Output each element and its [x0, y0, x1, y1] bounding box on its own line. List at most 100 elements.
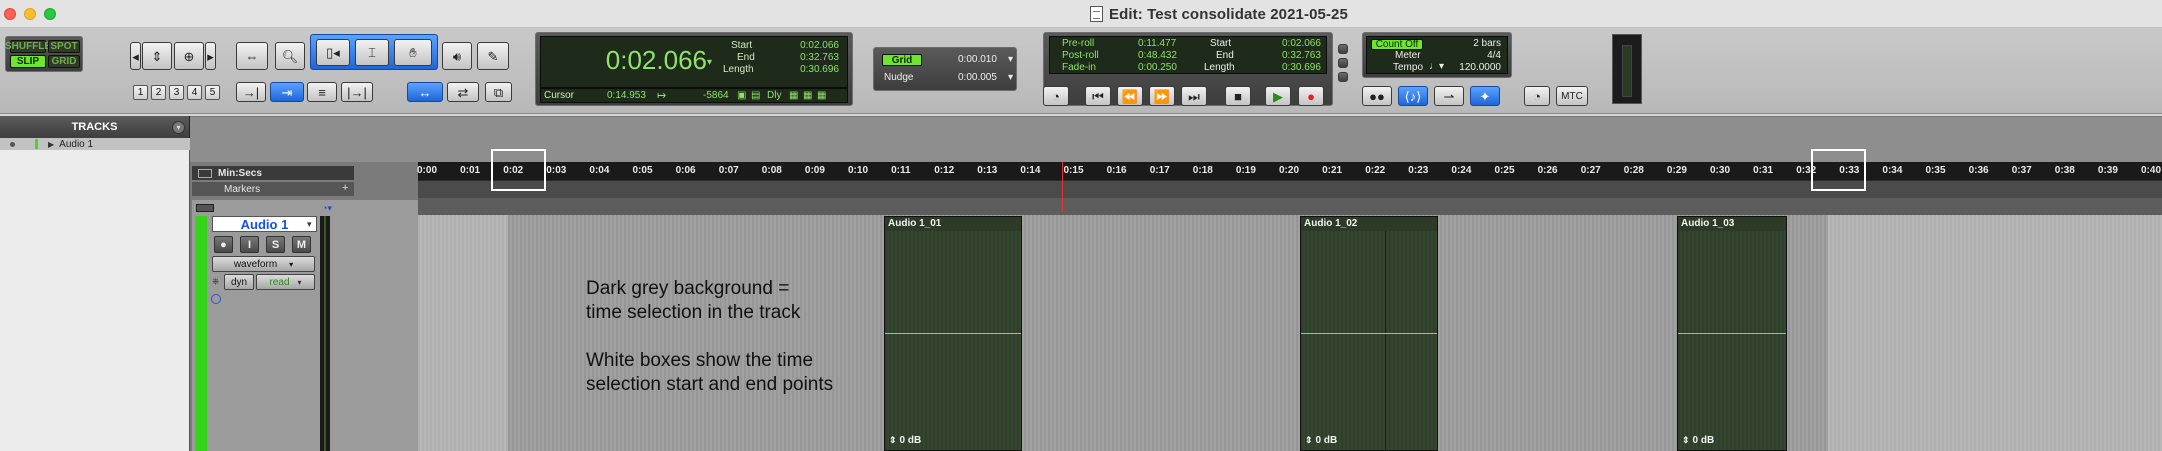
pencil-tool-button[interactable]: ✎: [477, 42, 509, 70]
transport-end-value[interactable]: 0:32.763: [1282, 50, 1321, 61]
link-track-edit-button[interactable]: ≡: [307, 82, 337, 102]
link-timeline-edit-button[interactable]: ⇥: [270, 82, 304, 102]
track-view-selector[interactable]: waveform ▾: [212, 256, 315, 272]
fast-forward-button[interactable]: ⏩: [1149, 86, 1175, 106]
keyboard-focus-button[interactable]: ⇄: [447, 82, 479, 102]
minsecs-ruler-label[interactable]: Min:Secs: [192, 166, 354, 180]
meter-value[interactable]: 4/4: [1487, 50, 1501, 61]
insertion-follows-playback-button[interactable]: |→|: [341, 82, 373, 102]
zoom-preset-3[interactable]: 3: [169, 85, 184, 100]
zoomer-tool-button[interactable]: 🔍︎: [275, 42, 305, 70]
rewind-button[interactable]: ⏪: [1117, 86, 1143, 106]
spot-mode-button[interactable]: SPOT: [48, 40, 80, 53]
fadein-value[interactable]: 0:00.250: [1138, 62, 1177, 73]
chevron-down-icon[interactable]: ▾: [707, 57, 712, 68]
shuffle-mode-button[interactable]: SHUFFLE: [5, 40, 51, 53]
grid-dropdown-icon[interactable]: ▾: [1008, 54, 1013, 65]
scrubber-tool-button[interactable]: 🔊︎: [442, 42, 472, 70]
go-to-end-button[interactable]: ⏭: [1181, 86, 1207, 106]
slip-mode-button[interactable]: SLIP: [10, 55, 46, 68]
postroll-label[interactable]: Post-roll: [1062, 50, 1099, 61]
mtc-button[interactable]: MTC: [1556, 86, 1588, 106]
close-window-button[interactable]: [4, 8, 16, 20]
track-view-icon[interactable]: [196, 204, 214, 212]
main-counter-value[interactable]: 0:02.066: [606, 45, 707, 76]
clip-gain[interactable]: 0 dB: [1682, 435, 1715, 446]
tracks-menu-button[interactable]: ▾: [172, 121, 185, 134]
grabber-tool-button[interactable]: ✋︎: [394, 39, 432, 66]
grid-mode-button[interactable]: GRID: [48, 55, 80, 68]
automation-icon[interactable]: ⎈: [212, 276, 222, 290]
zoom-out-horizontal-button[interactable]: ◂: [130, 42, 141, 70]
selection-length-value[interactable]: 0:30.696: [800, 64, 839, 75]
zoom-preset-5[interactable]: 5: [205, 85, 220, 100]
clip-gain[interactable]: 0 dB: [889, 435, 922, 446]
play-button[interactable]: ▶: [1265, 86, 1291, 106]
wait-for-note-button[interactable]: ⟨♪⟩: [1398, 86, 1428, 106]
tab-to-transient-button[interactable]: →|: [236, 82, 266, 102]
track-name-field[interactable]: Audio 1: [212, 216, 317, 232]
transport-option-2[interactable]: [1338, 58, 1348, 68]
track-timebase-icon[interactable]: ◔▾: [322, 203, 332, 214]
markers-ruler-lane[interactable]: [418, 180, 2162, 198]
dly-label[interactable]: Dly: [767, 90, 781, 101]
count-off-value[interactable]: 2 bars: [1473, 38, 1501, 49]
audio-clip[interactable]: Audio 1_01 0 dB: [884, 216, 1022, 451]
grid-toggle[interactable]: Grid: [882, 54, 922, 66]
transport-start-value[interactable]: 0:02.066: [1282, 38, 1321, 49]
option-icon-2[interactable]: ▦: [803, 90, 812, 101]
midi-merge-button[interactable]: ●●: [1362, 86, 1392, 106]
track-color-bar[interactable]: [195, 216, 207, 451]
zoom-preset-2[interactable]: 2: [151, 85, 166, 100]
record-button[interactable]: ●: [1298, 86, 1324, 106]
selection-start-value[interactable]: 0:02.066: [800, 40, 839, 51]
clip-gain[interactable]: 0 dB: [1305, 435, 1338, 446]
stop-button[interactable]: ■: [1225, 86, 1251, 106]
markers-ruler-label[interactable]: Markers: [192, 182, 354, 196]
metronome-button[interactable]: ⇀: [1434, 86, 1464, 106]
solo-button[interactable]: S: [266, 236, 285, 253]
record-enable-button[interactable]: ●: [214, 236, 233, 253]
zoom-preset-4[interactable]: 4: [187, 85, 202, 100]
conductor-button[interactable]: ✦: [1470, 86, 1500, 106]
option-icon-3[interactable]: ▦: [817, 90, 826, 101]
trim-tool-button[interactable]: ▯◂: [316, 39, 350, 66]
minimize-window-button[interactable]: [24, 8, 36, 20]
postroll-value[interactable]: 0:48.432: [1138, 50, 1177, 61]
mute-button[interactable]: M: [292, 236, 311, 253]
zoom-in-horizontal-button[interactable]: ▸: [205, 42, 216, 70]
nudge-dropdown-icon[interactable]: ▾: [1008, 72, 1013, 83]
audio-zoom-button[interactable]: ⇕: [142, 42, 172, 70]
waveform-small-icon[interactable]: ▤: [751, 90, 760, 101]
track-info-icon[interactable]: [211, 294, 221, 304]
track-name-menu-icon[interactable]: ▾: [307, 219, 312, 230]
selection-end-value[interactable]: 0:32.763: [800, 52, 839, 63]
add-marker-icon[interactable]: +: [342, 182, 348, 194]
dyn-selector[interactable]: dyn: [224, 274, 254, 290]
transport-option-3[interactable]: [1338, 72, 1348, 82]
nudge-value[interactable]: 0:00.005: [958, 72, 997, 83]
preroll-label[interactable]: Pre-roll: [1062, 38, 1094, 49]
sample-icon[interactable]: ▣: [737, 90, 746, 101]
count-off-toggle[interactable]: Count Off: [1371, 39, 1423, 50]
automation-mode-selector[interactable]: read ▾: [256, 274, 315, 290]
sync-button[interactable]: ◔: [1524, 86, 1550, 106]
midi-zoom-button[interactable]: ⊕: [174, 42, 204, 70]
zoom-preset-1[interactable]: 1: [133, 85, 148, 100]
zoom-toggle-button[interactable]: ⇔: [236, 42, 268, 70]
fadein-label[interactable]: Fade-in: [1062, 62, 1096, 73]
playhead-cursor[interactable]: [1062, 162, 1063, 212]
tempo-value[interactable]: 120.0000: [1459, 62, 1501, 73]
tracks-list-item[interactable]: ▶ Audio 1: [0, 138, 190, 150]
input-monitor-button[interactable]: I: [240, 236, 259, 253]
preroll-value[interactable]: 0:11.477: [1138, 38, 1176, 49]
selector-tool-button[interactable]: ⌶: [355, 39, 389, 66]
audio-clip[interactable]: Audio 1_03 0 dB: [1677, 216, 1787, 451]
window-layout-button[interactable]: ⧉: [485, 82, 512, 102]
audio-clip[interactable]: Audio 1_02 0 dB: [1300, 216, 1438, 451]
online-button[interactable]: ◔: [1043, 86, 1069, 106]
return-to-zero-button[interactable]: ⏮: [1085, 86, 1111, 106]
minsecs-timeline-ruler[interactable]: 0:00 0:01 0:02 0:03 0:04 0:05 0:06 0:07 0:08 0:09…: [417, 162, 2162, 180]
transport-option-1[interactable]: [1338, 44, 1348, 54]
mirrored-midi-button[interactable]: ↔: [407, 82, 443, 102]
